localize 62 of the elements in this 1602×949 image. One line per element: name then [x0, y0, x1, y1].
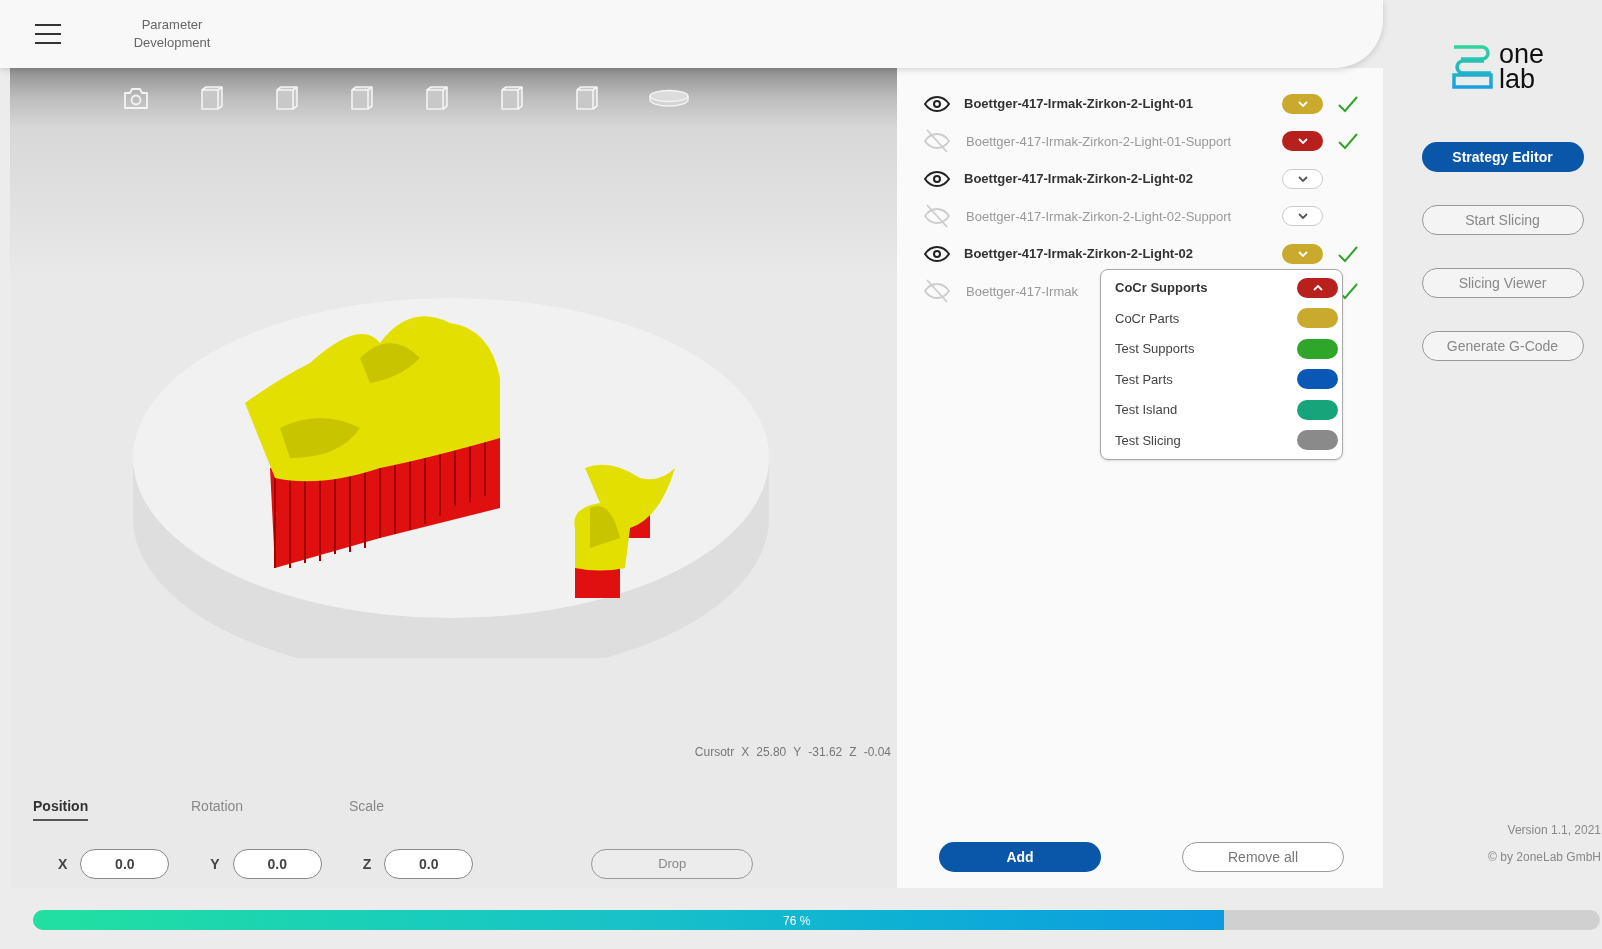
input-field[interactable]: 0.0: [384, 849, 474, 879]
cube-icon[interactable]: [499, 85, 525, 111]
object-name: Boettger-417-Irmak-Zirkon-2-Light-02: [964, 245, 1193, 263]
eye-icon[interactable]: [924, 95, 950, 112]
eye-icon[interactable]: [924, 245, 950, 262]
color-dropdown[interactable]: [1282, 93, 1323, 114]
cursor-readout: -0.04: [863, 744, 891, 761]
cube-icon[interactable]: [274, 85, 300, 111]
object-name: Boettger-417-Irmak: [966, 282, 1078, 301]
caret-icon: [1311, 283, 1324, 292]
cube-icon[interactable]: [424, 85, 450, 111]
field-label: Y: [210, 854, 220, 874]
dropdown-option[interactable]: Test Supports: [1115, 339, 1195, 359]
footer-text: © by 2oneLab GmbH: [1488, 849, 1601, 866]
eye-slash-icon[interactable]: [924, 129, 950, 154]
logo-icon: [1450, 44, 1493, 90]
caret-icon: [1296, 212, 1309, 221]
menu-icon[interactable]: [34, 23, 62, 45]
cursor-readout: Z: [849, 744, 857, 761]
color-dropdown[interactable]: [1282, 243, 1323, 264]
cursor-readout: Y: [793, 744, 802, 761]
add-button[interactable]: Add: [939, 842, 1101, 872]
dropdown-option[interactable]: Test Island: [1115, 400, 1178, 420]
object-name: Boettger-417-Irmak-Zirkon-2-Light-02-Support: [966, 207, 1232, 226]
caret-icon: [1296, 137, 1309, 146]
cube-icon[interactable]: [199, 85, 225, 111]
object-name: Boettger-417-Irmak-Zirkon-2-Light-02: [964, 170, 1193, 188]
cursor-readout: Cursotr: [694, 744, 735, 761]
field-label: X: [58, 854, 68, 874]
caret-icon: [1296, 249, 1309, 258]
dropdown-option[interactable]: Test Slicing: [1115, 430, 1181, 450]
progress-label: 76 %: [783, 913, 811, 930]
dropdown-option[interactable]: CoCr Parts: [1115, 308, 1180, 328]
app-title: Parameter Development: [132, 16, 212, 52]
object-name: Boettger-417-Irmak-Zirkon-2-Light-01: [964, 95, 1193, 113]
cursor-readout: -31.62: [808, 744, 843, 761]
cube-icon[interactable]: [574, 85, 600, 111]
cube-icon[interactable]: [349, 85, 375, 111]
cursor-readout: 25.80: [756, 744, 787, 761]
color-dropdown[interactable]: [1282, 131, 1323, 152]
eye-icon[interactable]: [924, 170, 950, 187]
color-dropdown[interactable]: [1282, 206, 1323, 227]
logo-text: lab: [1498, 67, 1536, 92]
caret-icon: [1296, 174, 1309, 183]
camera-icon[interactable]: [122, 86, 150, 110]
action-button[interactable]: Strategy Editor: [1421, 142, 1584, 172]
footer-text: Version 1.1, 2021: [1507, 822, 1601, 839]
transform-tab[interactable]: Position: [33, 796, 191, 821]
dropdown-option[interactable]: CoCr Supports: [1115, 278, 1208, 298]
remove-all-button[interactable]: Remove all: [1182, 842, 1344, 872]
input-field[interactable]: 0.0: [232, 849, 322, 879]
input-field[interactable]: 0.0: [80, 849, 170, 879]
eye-slash-icon[interactable]: [924, 204, 950, 229]
eye-slash-icon[interactable]: [924, 279, 950, 304]
plate-icon[interactable]: [649, 89, 689, 107]
logo-text: one: [1498, 42, 1545, 67]
dropdown-option[interactable]: Test Parts: [1115, 369, 1173, 389]
field-label: Z: [362, 854, 372, 874]
caret-icon: [1296, 99, 1309, 108]
cursor-readout: X: [741, 744, 750, 761]
color-dropdown[interactable]: [1282, 168, 1323, 189]
object-name: Boettger-417-Irmak-Zirkon-2-Light-01-Support: [966, 132, 1232, 151]
